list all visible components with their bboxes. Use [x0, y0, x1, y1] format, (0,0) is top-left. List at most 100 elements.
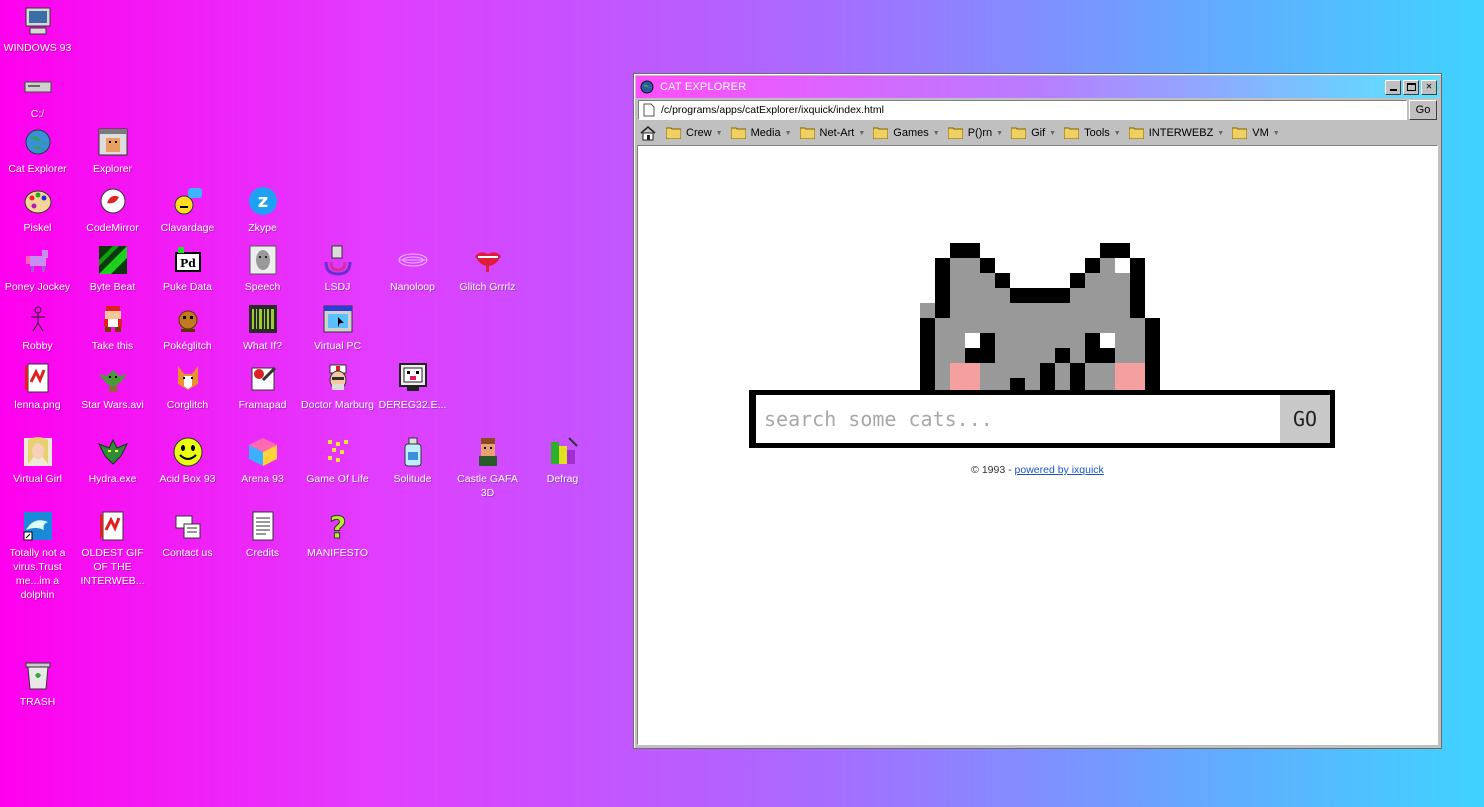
- close-button[interactable]: ✕: [1421, 79, 1437, 95]
- desktop-icon-defrag[interactable]: Defrag: [525, 435, 600, 486]
- desktop-icon-game-of-life[interactable]: Game Of Life: [300, 435, 375, 486]
- desktop-icon-puke-data[interactable]: Pd Puke Data: [150, 243, 225, 294]
- desktop-icon-cat-explorer[interactable]: Cat Explorer: [0, 125, 75, 176]
- desktop-icon-corglitch[interactable]: Corglitch: [150, 361, 225, 412]
- contact-icon: [171, 509, 205, 543]
- desktop-icon-pokeglitch[interactable]: Pokéglitch: [150, 302, 225, 353]
- desktop-icon-nanoloop[interactable]: Nanoloop: [375, 243, 450, 294]
- window-titlebar[interactable]: CAT EXPLORER ✕: [636, 76, 1439, 98]
- window-title: CAT EXPLORER: [660, 81, 747, 93]
- bookmark-games[interactable]: Games ▼: [873, 127, 940, 139]
- bookmark-vm[interactable]: VM ▼: [1232, 127, 1280, 139]
- virtualpc-icon: [321, 302, 355, 336]
- folder-icon: [1232, 127, 1248, 139]
- desktop-icon-trash[interactable]: TRASH: [0, 658, 75, 709]
- gif-file-icon: [96, 509, 130, 543]
- bytebeat-icon: [96, 243, 130, 277]
- address-field[interactable]: /c/programs/apps/catExplorer/ixquick/ind…: [638, 100, 1407, 120]
- maximize-icon: [1406, 83, 1416, 91]
- desktop-icon-piskel[interactable]: Piskel: [0, 184, 75, 235]
- window-icon: [96, 125, 130, 159]
- folder-icon: [1064, 127, 1080, 139]
- desktop-icon-contact-us[interactable]: Contact us: [150, 509, 225, 560]
- desktop-icon-manifesto[interactable]: ? MANIFESTO: [300, 509, 375, 560]
- chevron-down-icon: ▼: [932, 129, 940, 137]
- desktop-icon-credits[interactable]: Credits: [225, 509, 300, 560]
- desktop-icon-arena93[interactable]: Arena 93: [225, 435, 300, 486]
- desktop-icon-framapad[interactable]: Framapad: [225, 361, 300, 412]
- svg-text:Pd: Pd: [180, 257, 196, 270]
- bookmark-interwebz[interactable]: INTERWEBZ ▼: [1128, 127, 1225, 139]
- desktop-icon-virtual-girl[interactable]: Virtual Girl: [0, 435, 75, 486]
- desktop-icon-acid-box[interactable]: Acid Box 93: [150, 435, 225, 486]
- defrag-icon: [546, 435, 580, 469]
- chevron-down-icon: ▼: [1217, 129, 1225, 137]
- cat-explorer-window: CAT EXPLORER ✕ /c/programs/apps/catExplo…: [633, 73, 1442, 749]
- page-content: GO © 1993 - powered by ixquick: [637, 145, 1438, 745]
- desktop-icon-label: Defrag: [546, 473, 579, 485]
- desktop-icon-take-this[interactable]: Take this: [75, 302, 150, 353]
- desktop-icon-zkype[interactable]: z Zkype: [225, 184, 300, 235]
- desktop-icon-explorer[interactable]: Explorer: [75, 125, 150, 176]
- doctor-icon: [321, 361, 355, 395]
- desktop-icon-glitch-grrrlz[interactable]: Glitch Grrrlz: [450, 243, 525, 294]
- cube-icon: [246, 435, 280, 469]
- desktop-icon-speech[interactable]: Speech: [225, 243, 300, 294]
- home-icon[interactable]: [640, 125, 656, 141]
- desktop-icon-star-wars[interactable]: Star Wars.avi: [75, 361, 150, 412]
- desktop-icon-virtual-pc[interactable]: Virtual PC: [300, 302, 375, 353]
- bookmark-crew[interactable]: Crew ▼: [666, 127, 723, 139]
- desktop-icon-lsdj[interactable]: LSDJ: [300, 243, 375, 294]
- minimize-button[interactable]: [1385, 79, 1401, 95]
- desktop-icon-lenna-png[interactable]: lenna.png: [0, 361, 75, 412]
- desktop-icon-label: What If?: [242, 340, 283, 352]
- desktop-icon-label: Credits: [245, 547, 280, 559]
- desktop-icon-byte-beat[interactable]: Byte Beat: [75, 243, 150, 294]
- corgi-icon: [171, 361, 205, 395]
- folder-icon: [666, 127, 681, 139]
- chevron-down-icon: ▼: [996, 129, 1004, 137]
- desktop-icon-robby[interactable]: Robby: [0, 302, 75, 353]
- desktop-icon-doctor-marburg[interactable]: Doctor Marburg: [300, 361, 375, 412]
- desktop-icon-hydra[interactable]: Hydra.exe: [75, 435, 150, 486]
- bookmark-net-art[interactable]: Net-Art ▼: [799, 127, 865, 139]
- dolphin-icon: [21, 509, 55, 543]
- desktop-icon-clavardage[interactable]: Clavardage: [150, 184, 225, 235]
- bookmark-tools[interactable]: Tools ▼: [1064, 127, 1121, 139]
- maximize-button[interactable]: [1403, 79, 1419, 95]
- lips-icon: [471, 243, 505, 277]
- folder-icon: [873, 127, 889, 139]
- svg-text:z: z: [257, 191, 267, 212]
- pd-icon: Pd: [171, 243, 205, 277]
- powered-by-link[interactable]: powered by ixquick: [1015, 464, 1104, 476]
- address-go-button[interactable]: Go: [1409, 100, 1437, 120]
- desktop-icon-label: TRASH: [19, 696, 56, 708]
- bookmark-gif[interactable]: Gif ▼: [1011, 127, 1056, 139]
- desktop-icon-label: Speech: [244, 281, 281, 293]
- desktop-icon-dereg32[interactable]: DEREG32.E...: [375, 361, 450, 412]
- desktop-icon-label: Framapad: [238, 399, 287, 411]
- search-input[interactable]: [754, 395, 1280, 443]
- desktop-icon-label: Virtual PC: [313, 340, 362, 352]
- desktop-icon-solitude[interactable]: Solitude: [375, 435, 450, 486]
- bookmark-porn[interactable]: P()rn ▼: [947, 127, 1004, 139]
- search-box: GO: [754, 395, 1330, 443]
- desktop-icon-codemirror[interactable]: CodeMirror: [75, 184, 150, 235]
- bookmark-media[interactable]: Media ▼: [730, 127, 792, 139]
- search-go-button[interactable]: GO: [1280, 395, 1330, 443]
- desktop-icon-label: Nanoloop: [390, 281, 435, 293]
- desktop-icon-label: WINDOWS 93: [3, 42, 72, 54]
- desktop-icon-dolphin[interactable]: Totally not a virus.Trust me...im a dolp…: [0, 509, 75, 602]
- folder-icon: [947, 127, 963, 139]
- desktop-icon-oldest-gif[interactable]: OLDEST GIF OF THE INTERWEB...: [75, 509, 150, 588]
- desktop-icon-what-if[interactable]: What If?: [225, 302, 300, 353]
- desktop-icon-windows93[interactable]: WINDOWS 93: [0, 4, 75, 55]
- footer: © 1993 - powered by ixquick: [638, 464, 1437, 476]
- desktop-icon-label: Robby: [22, 340, 53, 352]
- desktop-icon-c-drive[interactable]: C:/: [0, 70, 75, 121]
- chevron-down-icon: ▼: [784, 129, 792, 137]
- desktop-icon-poney-jockey[interactable]: Poney Jockey: [0, 243, 75, 294]
- desktop-icon-castle-gafa[interactable]: Castle GAFA 3D: [450, 435, 525, 500]
- bookmark-label: Gif: [1031, 127, 1046, 139]
- desktop-icon-label: Clavardage: [160, 222, 215, 234]
